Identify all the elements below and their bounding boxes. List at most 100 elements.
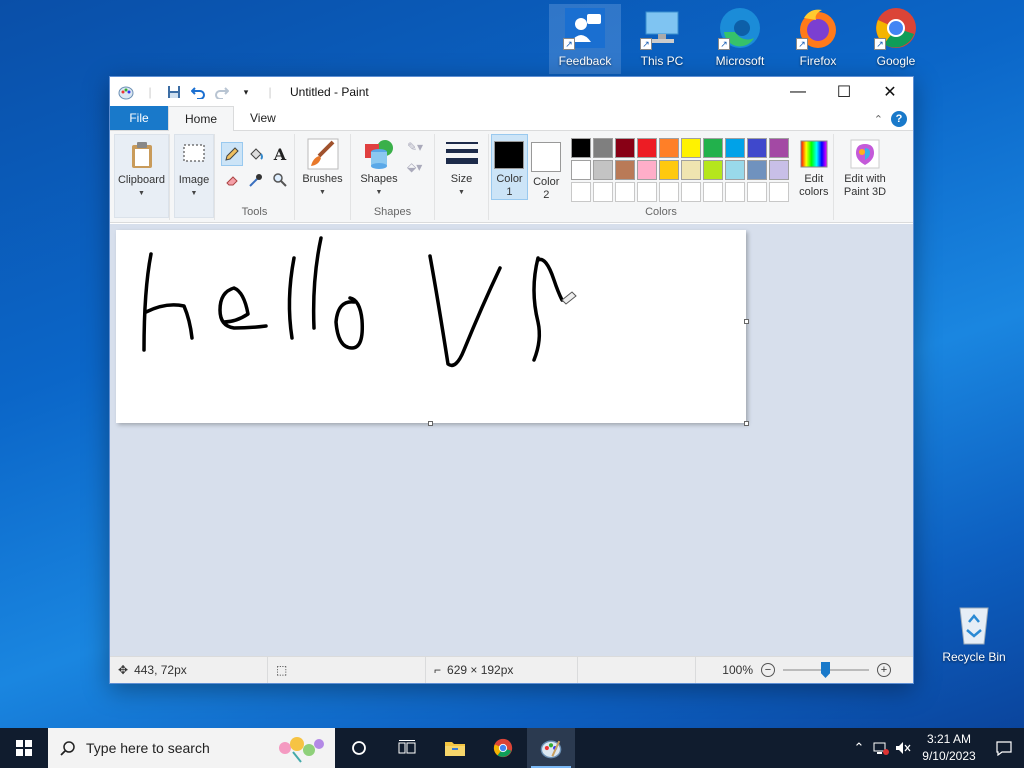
- custom-color-slot[interactable]: [658, 182, 679, 202]
- maximize-button[interactable]: ☐: [821, 77, 867, 107]
- palette-color-swatch[interactable]: [636, 138, 657, 158]
- custom-color-slot[interactable]: [746, 182, 767, 202]
- palette-color-swatch[interactable]: [570, 160, 591, 180]
- desktop-icon-label: Microsoft: [715, 54, 765, 68]
- custom-color-slot[interactable]: [680, 182, 701, 202]
- tools-group-label: Tools: [241, 206, 268, 218]
- palette-color-swatch[interactable]: [702, 160, 723, 180]
- custom-color-slot[interactable]: [636, 182, 657, 202]
- palette-color-swatch[interactable]: [746, 138, 767, 158]
- custom-color-slot[interactable]: [702, 182, 723, 202]
- taskbar-chrome[interactable]: [479, 728, 527, 768]
- selection-icon: ⬚: [276, 663, 288, 677]
- custom-color-slot[interactable]: [570, 182, 591, 202]
- palette-color-swatch[interactable]: [570, 138, 591, 158]
- desktop-icon-feedback[interactable]: ↗ Feedback: [549, 4, 621, 74]
- desktop-icon-edge[interactable]: ↗ Microsoft: [704, 4, 776, 68]
- separator: |: [148, 85, 152, 99]
- desktop-icon-recycle-bin[interactable]: Recycle Bin: [938, 600, 1010, 664]
- cortana-button[interactable]: [335, 728, 383, 768]
- chrome-icon: ↗: [872, 4, 920, 52]
- canvas-workspace[interactable]: [110, 224, 913, 657]
- fill-bucket-icon[interactable]: [245, 142, 267, 166]
- search-box[interactable]: Type here to search: [48, 728, 335, 768]
- redo-icon[interactable]: [214, 84, 230, 100]
- palette-color-swatch[interactable]: [680, 138, 701, 158]
- resize-handle-right[interactable]: [744, 319, 749, 324]
- fill-icon[interactable]: ⬙▾: [407, 160, 423, 174]
- resize-handle-corner[interactable]: [744, 421, 749, 426]
- canvas-size: ⌐ 629 × 192px: [426, 657, 578, 683]
- volume-muted-icon[interactable]: [892, 741, 914, 755]
- customize-qa-icon[interactable]: ▾: [238, 84, 254, 100]
- undo-icon[interactable]: [190, 84, 206, 100]
- eraser-icon[interactable]: [221, 168, 243, 192]
- palette-color-swatch[interactable]: [592, 160, 613, 180]
- palette-color-swatch[interactable]: [636, 160, 657, 180]
- magnifier-icon[interactable]: [269, 168, 291, 192]
- zoom-slider-thumb[interactable]: [821, 662, 830, 678]
- minimize-button[interactable]: —: [775, 77, 821, 107]
- shapes-group-label: Shapes: [373, 206, 412, 218]
- zoom-slider[interactable]: [783, 662, 869, 678]
- close-button[interactable]: ✕: [867, 77, 913, 107]
- desktop-icon-label: Feedback: [558, 54, 612, 68]
- task-view-button[interactable]: [383, 728, 431, 768]
- chevron-down-icon: ▼: [375, 189, 383, 196]
- palette-color-swatch[interactable]: [768, 160, 789, 180]
- zoom-level: 100%: [722, 663, 753, 677]
- chevron-down-icon: ▼: [190, 190, 198, 197]
- edit-with-paint3d-button[interactable]: Edit with Paint 3D: [834, 134, 896, 220]
- notification-center-button[interactable]: [984, 740, 1024, 756]
- desktop-icon-firefox[interactable]: ↗ Firefox: [782, 4, 854, 68]
- pencil-icon[interactable]: [221, 142, 243, 166]
- palette-color-swatch[interactable]: [658, 138, 679, 158]
- desktop-icon-this-pc[interactable]: ↗ This PC: [626, 4, 698, 68]
- drawing-canvas[interactable]: [116, 230, 746, 423]
- size-button[interactable]: Size ▼: [435, 134, 488, 220]
- color1-button[interactable]: Color 1: [491, 134, 528, 200]
- system-clock[interactable]: 3:21 AM 9/10/2023: [914, 731, 984, 765]
- palette-color-swatch[interactable]: [614, 138, 635, 158]
- network-icon[interactable]: [870, 741, 892, 755]
- save-icon[interactable]: [166, 84, 182, 100]
- palette-color-swatch[interactable]: [724, 160, 745, 180]
- custom-color-slot[interactable]: [724, 182, 745, 202]
- outline-icon[interactable]: ✎▾: [407, 140, 423, 154]
- image-button[interactable]: Image ▼: [174, 134, 214, 218]
- desktop-icon-chrome[interactable]: ↗ Google: [860, 4, 932, 68]
- brushes-button[interactable]: Brushes ▼: [295, 134, 350, 220]
- palette-color-swatch[interactable]: [746, 160, 767, 180]
- palette-color-swatch[interactable]: [614, 160, 635, 180]
- custom-color-slot[interactable]: [592, 182, 613, 202]
- show-hidden-icons-icon[interactable]: ⌃: [848, 740, 870, 756]
- tab-file[interactable]: File: [110, 106, 168, 130]
- clipboard-button[interactable]: Clipboard ▼: [114, 134, 169, 218]
- palette-color-swatch[interactable]: [724, 138, 745, 158]
- zoom-out-button[interactable]: −: [761, 663, 775, 677]
- palette-color-swatch[interactable]: [702, 138, 723, 158]
- palette-color-swatch[interactable]: [592, 138, 613, 158]
- color-picker-icon[interactable]: [245, 168, 267, 192]
- paint-app-icon[interactable]: [118, 84, 134, 100]
- taskbar-file-explorer[interactable]: [431, 728, 479, 768]
- selection-size: ⬚: [268, 657, 426, 683]
- brushes-label: Brushes: [302, 173, 343, 185]
- resize-handle-bottom[interactable]: [428, 421, 433, 426]
- palette-color-swatch[interactable]: [658, 160, 679, 180]
- tab-view[interactable]: View: [234, 106, 292, 130]
- taskbar-paint[interactable]: [527, 728, 575, 768]
- cursor-position-text: 443, 72px: [134, 663, 187, 677]
- palette-color-swatch[interactable]: [680, 160, 701, 180]
- tab-home[interactable]: Home: [168, 106, 235, 131]
- custom-color-slot[interactable]: [614, 182, 635, 202]
- desktop-icon-label: Recycle Bin: [942, 650, 1006, 664]
- palette-color-swatch[interactable]: [768, 138, 789, 158]
- collapse-ribbon-icon[interactable]: ⌃: [874, 113, 883, 126]
- text-icon[interactable]: A: [269, 142, 291, 166]
- zoom-in-button[interactable]: +: [877, 663, 891, 677]
- help-icon[interactable]: ?: [891, 111, 907, 127]
- canvas-size-text: 629 × 192px: [447, 663, 514, 677]
- start-button[interactable]: [0, 728, 48, 768]
- custom-color-slot[interactable]: [768, 182, 789, 202]
